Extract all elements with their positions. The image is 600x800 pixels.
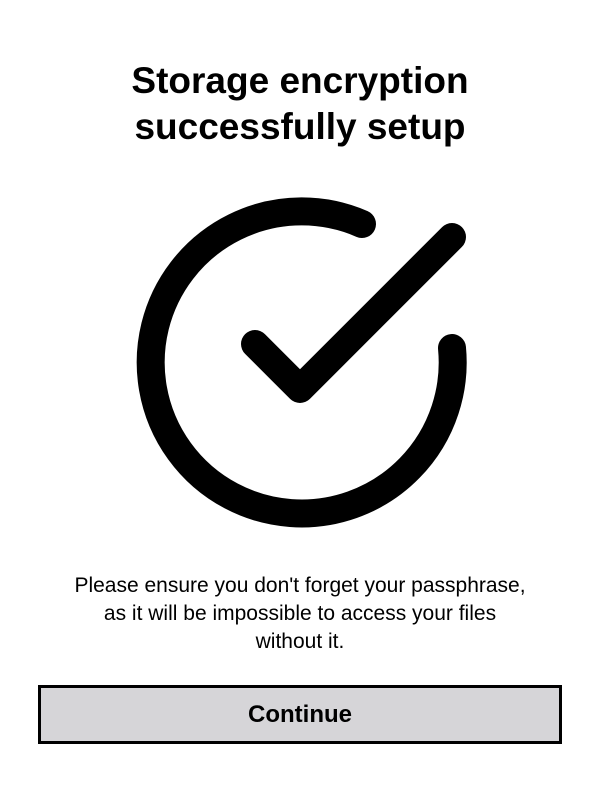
checkmark-stroke bbox=[241, 223, 466, 403]
continue-button-label: Continue bbox=[248, 700, 352, 728]
message-line-1: Please ensure you don't forget your pass… bbox=[74, 574, 526, 597]
continue-button[interactable]: Continue bbox=[38, 685, 562, 744]
warning-message: Please ensure you don't forget your pass… bbox=[20, 572, 580, 656]
message-line-2: as it will be impossible to access your … bbox=[103, 602, 497, 625]
message-line-3: without it. bbox=[255, 630, 345, 653]
check-circle-arc bbox=[136, 197, 467, 528]
check-circle-icon bbox=[136, 197, 467, 528]
encryption-success-screen: Storage encryption successfully setup Pl… bbox=[0, 0, 600, 800]
